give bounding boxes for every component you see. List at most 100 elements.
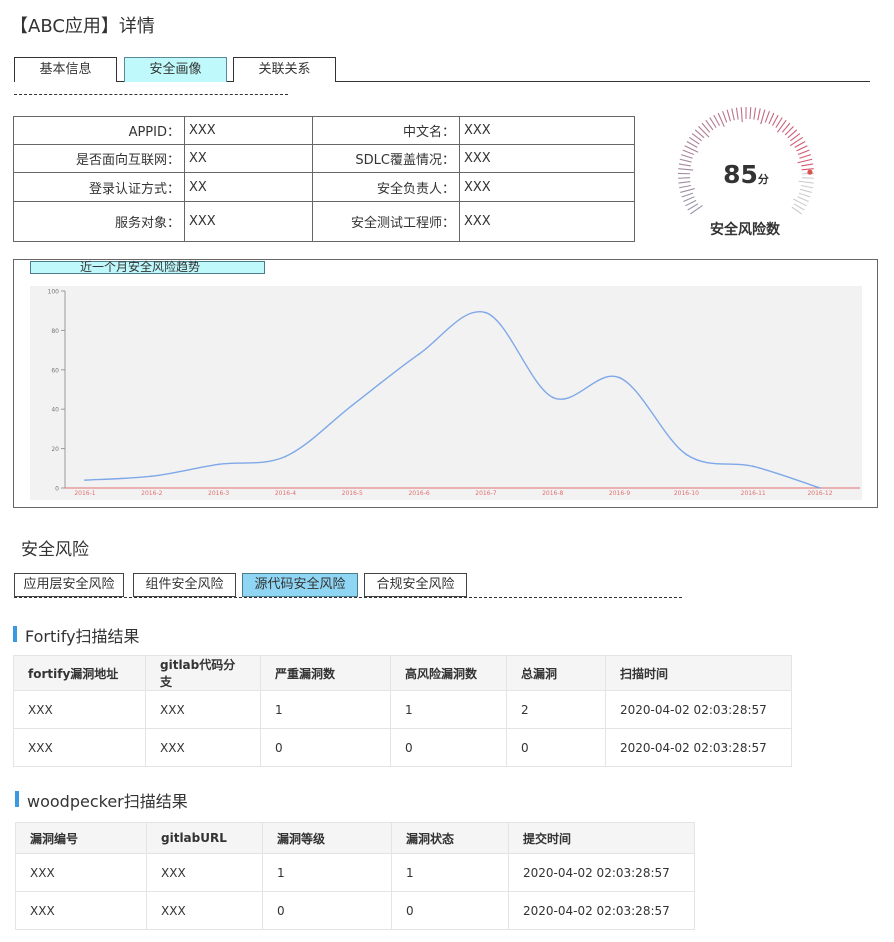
data-point — [618, 376, 621, 379]
x-tick-label: 2016-8 — [542, 490, 563, 497]
tab-app-layer-risk[interactable]: 应用层安全风险 — [14, 573, 124, 597]
data-point — [819, 487, 821, 489]
gauge-tick — [772, 114, 779, 126]
tab-compliance-risk[interactable]: 合规安全风险 — [364, 573, 467, 597]
trend-chart-title: 近一个月安全风险趋势 — [30, 261, 265, 274]
gauge-tick — [722, 110, 728, 123]
tab-basic-info[interactable]: 基本信息 — [14, 57, 117, 82]
tab-security-profile[interactable]: 安全画像 — [124, 57, 227, 82]
gauge-tick — [749, 107, 752, 120]
table-cell: XXX — [145, 690, 261, 729]
gauge-tick — [801, 168, 814, 171]
gauge-label: 安全风险数 — [710, 222, 780, 238]
y-tick-label: 60 — [51, 367, 59, 374]
gauge-tick — [679, 158, 692, 163]
gauge-tick — [735, 107, 739, 120]
table-cell: 1 — [262, 853, 392, 892]
table-cell: 0 — [390, 728, 507, 767]
gauge-tick — [683, 196, 695, 202]
table-cell: XXX — [13, 690, 146, 729]
info-row: APPID： XXX 中文名： XXX — [13, 116, 635, 145]
info-label: 是否面向互联网： — [13, 144, 185, 173]
info-value: XXX — [459, 144, 635, 173]
woodpecker-title: woodpecker扫描结果 — [15, 788, 188, 812]
table-cell: 0 — [506, 728, 606, 767]
data-point — [217, 463, 220, 466]
column-header: 总漏洞 — [506, 655, 606, 691]
gauge-tick — [801, 163, 814, 167]
data-point — [752, 465, 755, 468]
info-label: 服务对象： — [13, 201, 185, 242]
info-value: XXX — [184, 116, 313, 145]
table-cell: XXX — [146, 853, 263, 892]
page-title: 【ABC应用】详情 — [10, 16, 155, 37]
fortify-title: Fortify扫描结果 — [13, 623, 140, 647]
tab-component-risk[interactable]: 组件安全风险 — [133, 573, 236, 597]
x-tick-label: 2016-2 — [141, 490, 162, 497]
gauge-tick — [731, 108, 735, 121]
info-row: 登录认证方式： XX 安全负责人： XXX — [13, 172, 635, 202]
data-point — [685, 453, 688, 456]
x-tick-label: 2016-5 — [342, 490, 363, 497]
gauge-tick — [798, 180, 814, 184]
column-header: 漏洞编号 — [15, 822, 147, 854]
info-label: APPID： — [13, 116, 185, 145]
table-cell: 0 — [260, 728, 391, 767]
gauge-tick — [726, 109, 731, 122]
gauge-tick — [681, 192, 694, 198]
table-header-row: 漏洞编号 gitlabURL 漏洞等级 漏洞状态 提交时间 — [15, 822, 695, 854]
gauge-tick — [678, 181, 691, 184]
table-cell: 2020-04-02 02:03:28:57 — [508, 853, 695, 892]
x-tick-label: 2016-4 — [275, 490, 296, 497]
gauge-tick — [799, 154, 812, 159]
gauge-tick — [764, 110, 770, 123]
gauge-tick — [797, 196, 809, 202]
data-point — [551, 396, 554, 399]
table-cell: 0 — [262, 891, 392, 930]
gauge-tick — [797, 158, 813, 164]
y-tick-label: 40 — [51, 407, 59, 414]
x-tick-label: 2016-11 — [741, 490, 766, 497]
app-info-table: APPID： XXX 中文名： XXX 是否面向互联网： XX SDLC覆盖情况… — [13, 116, 635, 242]
table-cell: XXX — [146, 891, 263, 930]
table-row: XXX XXX 1 1 2020-04-02 02:03:28:57 — [15, 853, 695, 892]
gauge-tick — [680, 154, 693, 159]
column-header: fortify漏洞地址 — [13, 655, 146, 691]
gauge-tick — [682, 149, 695, 156]
data-point — [150, 475, 153, 478]
gauge-tick — [776, 119, 787, 133]
y-tick-label: 0 — [55, 486, 59, 493]
column-header: 漏洞等级 — [262, 822, 392, 854]
table-cell: XXX — [145, 728, 261, 767]
info-value: XXX — [459, 201, 635, 242]
column-header: gitlabURL — [146, 822, 263, 854]
gauge-tick — [713, 114, 720, 126]
table-row: XXX XXX 1 1 2 2020-04-02 02:03:28:57 — [13, 690, 792, 729]
x-tick-label: 2016-6 — [408, 490, 429, 497]
tab-source-code-risk[interactable]: 源代码安全风险 — [242, 573, 358, 597]
column-header: 漏洞状态 — [391, 822, 509, 854]
info-value: XX — [184, 172, 313, 202]
tab-relations[interactable]: 关联关系 — [233, 57, 336, 82]
x-tick-label: 2016-12 — [807, 490, 832, 497]
data-point — [485, 311, 487, 314]
risk-tabs: 应用层安全风险 组件安全风险 源代码安全风险 合规安全风险 — [14, 573, 474, 598]
gauge-tick — [799, 188, 812, 193]
column-header: gitlab代码分支 — [145, 655, 261, 691]
gauge-tick — [801, 177, 814, 179]
x-tick-label: 2016-1 — [74, 490, 95, 497]
gauge-tick — [753, 107, 757, 120]
y-tick-label: 80 — [51, 328, 59, 335]
table-row: XXX XXX 0 0 0 2020-04-02 02:03:28:57 — [13, 728, 792, 767]
table-cell: 1 — [390, 690, 507, 729]
gauge-tick — [685, 199, 697, 207]
table-cell: 2020-04-02 02:03:28:57 — [605, 690, 792, 729]
table-row: XXX XXX 0 0 2020-04-02 02:03:28:57 — [15, 891, 695, 930]
detail-tabs: 基本信息 安全画像 关联关系 — [14, 57, 870, 82]
gauge-tick — [678, 168, 694, 171]
trend-line-chart: 0 20 40 60 80 100 2016-1 2016-2 2016-3 2016-4 2016… — [30, 286, 862, 500]
gauge-tick — [678, 177, 691, 179]
column-header: 提交时间 — [508, 822, 695, 854]
info-label: SDLC覆盖情况： — [312, 144, 460, 173]
column-header: 高风险漏洞数 — [390, 655, 507, 691]
